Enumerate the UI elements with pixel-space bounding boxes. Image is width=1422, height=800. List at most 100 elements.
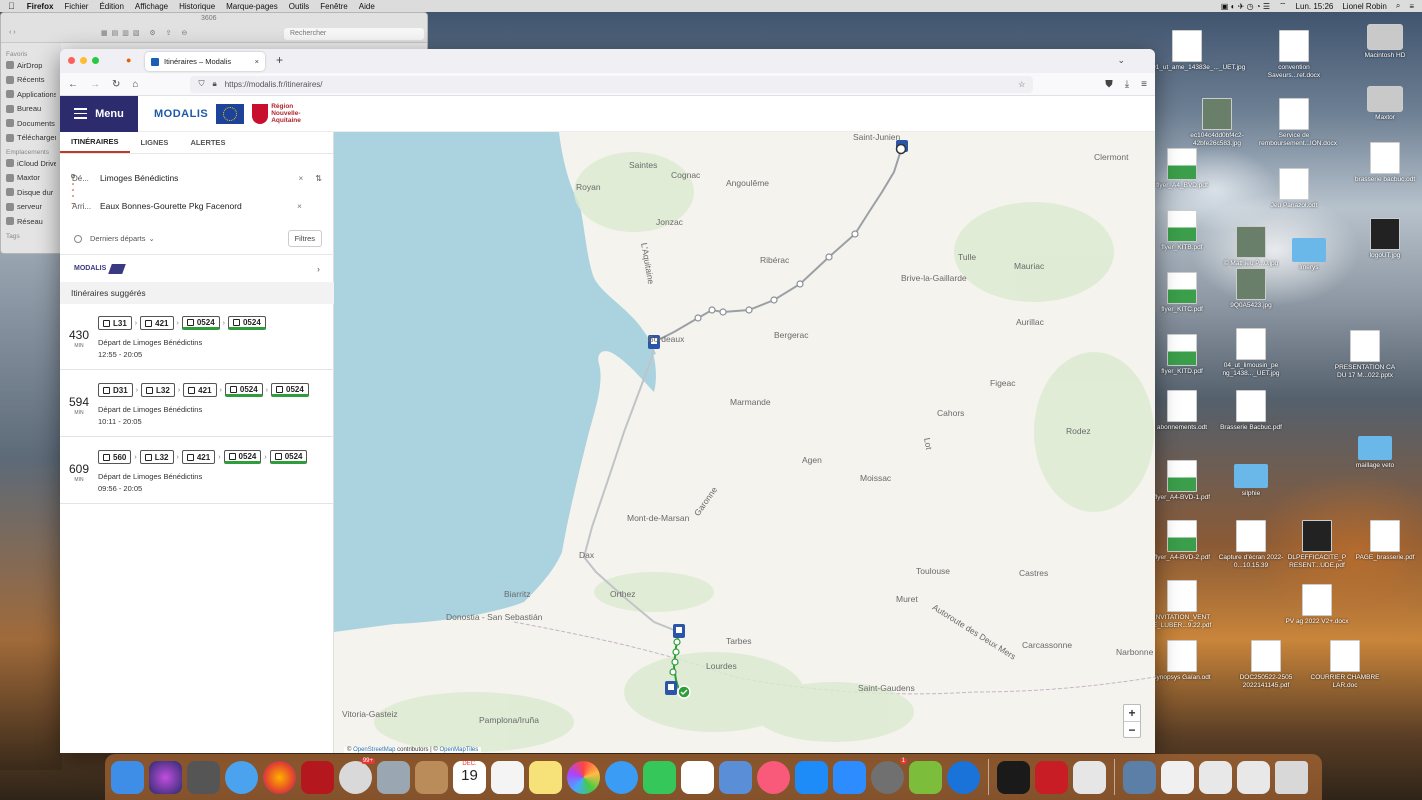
sidebar-item-icloud[interactable]: iCloud Drive [6,156,56,171]
sidebar-item-reseau[interactable]: Réseau [6,214,56,229]
wifi-icon[interactable]: ⌔ [1279,1,1287,11]
desktop-file-icon[interactable]: synopsys Gaïan.odt [1147,640,1217,682]
route-result[interactable]: 609 MIN 560 › L32 › 421 › 0524 › 0524 Départ de Lim… [60,438,334,504]
facetime-icon[interactable] [643,760,676,794]
pocket-icon[interactable]: ⛊ [1105,79,1113,90]
desktop-file-icon[interactable]: maillage veto [1340,430,1410,470]
menu-aide[interactable]: Aide [359,2,375,11]
chevron-right-icon[interactable]: › [317,264,320,274]
applications-folder-icon[interactable] [1123,760,1156,794]
desktop-file-icon[interactable]: imerys [1274,232,1344,272]
desktop-file-icon[interactable]: 9Q0A5423.jpg [1216,268,1286,310]
apple-icon[interactable]:  [8,1,15,11]
desktop-file-icon[interactable]: COURRIER CHAMBRE LAR.doc [1310,640,1380,690]
back-icon[interactable]: ← [68,79,78,90]
desktop-file-icon[interactable]: silphie [1216,458,1286,498]
firefox-icon[interactable] [263,760,296,794]
downloads-stack-icon[interactable] [1237,760,1270,794]
spotlight-icon[interactable]: ⌕ [1396,1,1400,11]
menubar-user[interactable]: Lionel Robin [1342,2,1386,11]
sidebar-item-maxtor[interactable]: Maxtor [6,171,56,186]
route-result[interactable]: 594 MIN D31 › L32 › 421 › 0524 › 0524 Départ de Lim… [60,371,334,437]
desktop-file-icon[interactable]: brasserie bacbuc.odt [1350,142,1420,184]
desktop-file-icon[interactable]: 04_ut_limousin_pe ng_1438..._UET.jpg [1216,328,1286,378]
modalis-logo[interactable]: MODALIS [154,108,208,120]
desktop-file-icon[interactable]: Capture d’écran 2022-0...10.15.39 [1216,520,1286,570]
sidebar-item-documents[interactable]: Documents [6,116,56,131]
safari-icon[interactable] [225,760,258,794]
new-tab-button[interactable]: + [276,53,283,67]
swap-icon[interactable]: ⇅ [315,174,322,183]
zoom-out-button[interactable]: − [1124,721,1140,737]
finder-back-icon[interactable]: ‹ › [9,29,16,36]
control-center-icon[interactable]: ≡ [1409,2,1414,11]
arrivee-field[interactable]: Arri... Eaux Bonnes-Gourette Pkg Facenor… [72,195,322,217]
notes-icon[interactable] [529,760,562,794]
depart-input[interactable]: Limoges Bénédictins [100,173,298,183]
sidebar-item-applications[interactable]: Applications [6,87,56,102]
minimize-window-button[interactable] [80,57,87,64]
desktop-file-icon[interactable]: PRESENTATION CA DU 17 M...022.pptx [1330,330,1400,380]
document-preview-icon[interactable] [1073,760,1106,794]
photos-icon[interactable] [567,760,600,794]
desktop-file-icon[interactable]: flyer_KITD.pdf [1147,334,1217,376]
osm-link[interactable]: OpenStreetMap [353,747,395,753]
desktop-file-icon[interactable]: flyer_KITB.pdf [1147,210,1217,252]
zoom-in-button[interactable]: + [1124,705,1140,721]
desktop-file-icon[interactable]: 01_ut_ame_14383e_..._UET.jpg [1152,30,1245,72]
desktop-file-icon[interactable]: DLPEFFICACITE_P RESENT...UDE.pdf [1282,520,1352,570]
menu-affichage[interactable]: Affichage [135,2,168,11]
finder-icon[interactable] [111,760,144,794]
desktop-file-icon[interactable]: Macintosh HD [1350,20,1420,60]
clear-arrivee-icon[interactable]: × [297,201,302,211]
desktop-file-icon[interactable]: Maxtor [1350,82,1420,122]
map-view[interactable]: Saint-Junien Saintes Cognac Angoulême Royan J… [334,132,1155,753]
android-icon[interactable] [909,760,942,794]
calendar-icon[interactable]: DÉC. 19 [453,760,486,794]
openmaptiles-link[interactable]: OpenMapTiles [439,747,478,753]
zoom-window-button[interactable] [92,57,99,64]
reminders-icon[interactable] [491,760,524,794]
sidebar-item-disque[interactable]: Disque dur [6,185,56,200]
forward-icon[interactable]: → [90,79,100,90]
list-tabs-icon[interactable]: ⌄ [1117,55,1125,66]
desktop-file-icon[interactable]: logoUT.jpg [1350,218,1420,260]
desktop-file-icon[interactable]: PAGE_brasserie.pdf [1350,520,1420,562]
desktop-file-icon[interactable]: flyer_A4-BVD-1.pdf [1147,460,1217,502]
menu-app[interactable]: Firefox [27,2,54,11]
firefox-view-icon[interactable]: ● [126,55,131,65]
preview-icon[interactable] [377,760,410,794]
desktop-file-icon[interactable]: flyer_KITC.pdf [1147,272,1217,314]
chevron-down-icon[interactable]: ⌄ [148,234,154,243]
url-bar[interactable]: ⛉ 🔒︎ https://modalis.fr/itineraires/ ☆ [190,75,1034,93]
finder-view-icons[interactable]: ▦▤▥▧ ⚙ ⇪ ⊖ [101,29,191,37]
flash-icon[interactable] [997,760,1030,794]
route-result[interactable]: 430 MIN L31 › 421 › 0524 › 0524 Départ de Limoges… [60,304,334,370]
departures-select[interactable]: Derniers départs [90,234,145,243]
bus-stop-marker-gourette[interactable] [665,681,677,695]
launchpad-icon[interactable] [187,760,220,794]
sidebar-item-bureau[interactable]: Bureau [6,102,56,117]
system-preferences-icon[interactable]: 1 [871,757,907,794]
messages-icon[interactable] [605,760,638,794]
sidebar-item-airdrop[interactable]: AirDrop [6,58,56,73]
origin-marker[interactable] [895,140,908,155]
contacts-icon[interactable] [415,760,448,794]
url-text[interactable]: https://modalis.fr/itineraires/ [225,80,1010,89]
mail-icon[interactable]: 99+ [339,757,375,794]
hamburger-menu-icon[interactable]: ≡ [1141,79,1147,90]
filezilla-icon[interactable] [301,760,334,794]
trash-icon[interactable] [1275,760,1308,794]
tab-itineraires-panel[interactable]: ITINÉRAIRES [60,132,130,153]
tab-lignes[interactable]: LIGNES [130,132,180,153]
menu-fenetre[interactable]: Fenêtre [320,2,348,11]
desktop-file-icon[interactable]: Service de remboursement...ION.docx [1259,98,1337,148]
sidebar-item-telechargements[interactable]: Téléchargements [6,131,56,146]
menu-outils[interactable]: Outils [289,2,309,11]
close-tab-icon[interactable]: × [255,57,259,66]
depart-field[interactable]: Dé... Limoges Bénédictins × ⇅ [72,167,322,189]
menu-button[interactable]: Menu [60,95,138,132]
screenshot-stack-icon[interactable] [1199,760,1232,794]
textedit-icon[interactable] [681,760,714,794]
desktop-file-icon[interactable]: PV ag 2022 V2+.docx [1282,584,1352,626]
